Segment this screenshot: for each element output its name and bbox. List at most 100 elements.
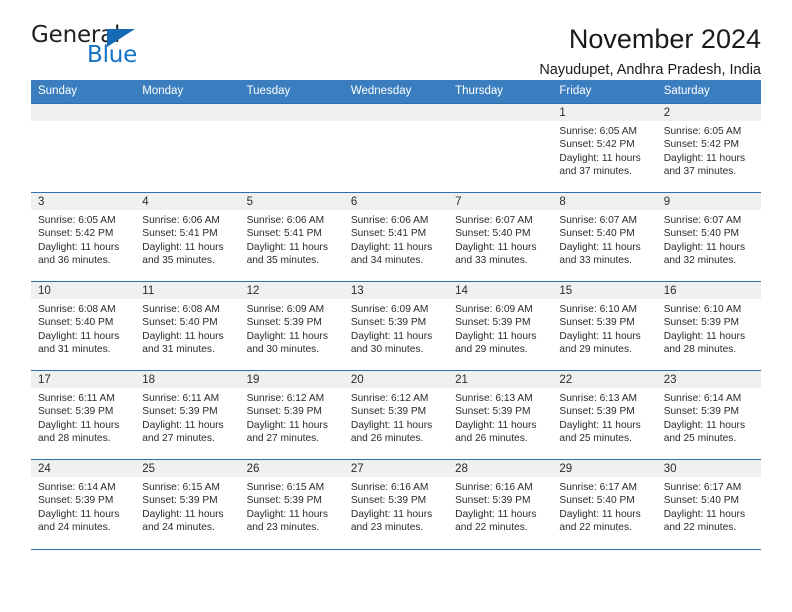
day-detail-daylight1: Daylight: 11 hours bbox=[38, 419, 120, 431]
day-detail-daylight2: and 32 minutes. bbox=[663, 255, 737, 267]
calendar-day-cell[interactable]: 1 Sunrise: 6:05 AM Sunset: 5:42 PM Daylight… bbox=[552, 103, 657, 193]
calendar-day-cell[interactable]: 23 Sunrise: 6:14 AM Sunset: 5:39 PM Dayligh… bbox=[656, 370, 761, 460]
day-detail-sunset: Sunset: 5:39 PM bbox=[142, 495, 218, 507]
general-blue-logo[interactable]: General Blue bbox=[31, 24, 151, 70]
day-detail-daylight2: and 31 minutes. bbox=[38, 344, 111, 356]
day-detail-daylight1: Daylight: 11 hours bbox=[455, 241, 537, 253]
calendar-day-cell[interactable]: 3 Sunrise: 6:05 AM Sunset: 5:42 PM Daylight… bbox=[31, 192, 136, 282]
day-detail-daylight2: and 29 minutes. bbox=[559, 344, 632, 356]
calendar-day-cell[interactable]: 19 Sunrise: 6:12 AM Sunset: 5:39 PM Dayligh… bbox=[239, 370, 344, 460]
day-details: Sunrise: 6:08 AM Sunset: 5:40 PM Daylight:… bbox=[31, 299, 135, 357]
day-detail-daylight1: Daylight: 11 hours bbox=[559, 508, 641, 520]
day-detail-sunset: Sunset: 5:41 PM bbox=[142, 228, 218, 240]
calendar-day-cell[interactable]: 11 Sunrise: 6:08 AM Sunset: 5:40 PM Dayligh… bbox=[135, 281, 240, 371]
day-detail-daylight2: and 27 minutes. bbox=[246, 433, 320, 445]
day-detail-sunset: Sunset: 5:39 PM bbox=[663, 317, 740, 329]
calendar-day-cell[interactable]: 26 Sunrise: 6:15 AM Sunset: 5:39 PM Dayligh… bbox=[239, 459, 344, 549]
day-detail-sunrise: Sunrise: 6:16 AM bbox=[455, 482, 533, 493]
day-number: 12 bbox=[239, 282, 344, 299]
day-detail-daylight1: Daylight: 11 hours bbox=[246, 330, 328, 342]
day-detail-sunset: Sunset: 5:40 PM bbox=[663, 228, 740, 240]
day-details: Sunrise: 6:10 AM Sunset: 5:39 PM Daylight:… bbox=[552, 299, 656, 357]
calendar-day-cell[interactable]: 29 Sunrise: 6:17 AM Sunset: 5:40 PM Dayligh… bbox=[552, 459, 657, 549]
day-details: Sunrise: 6:17 AM Sunset: 5:40 PM Daylight:… bbox=[657, 477, 761, 535]
day-detail-sunset: Sunset: 5:39 PM bbox=[663, 406, 740, 418]
day-details: Sunrise: 6:10 AM Sunset: 5:39 PM Daylight:… bbox=[657, 299, 761, 357]
day-number bbox=[343, 104, 449, 121]
day-number: 10 bbox=[31, 282, 136, 299]
calendar-day-cell[interactable]: 13 Sunrise: 6:09 AM Sunset: 5:39 PM Dayligh… bbox=[343, 281, 449, 371]
day-number: 16 bbox=[656, 282, 761, 299]
day-detail-sunrise: Sunrise: 6:05 AM bbox=[663, 126, 742, 137]
calendar-week-row: 3 Sunrise: 6:05 AM Sunset: 5:42 PM Daylight… bbox=[31, 192, 761, 282]
day-detail-sunset: Sunset: 5:39 PM bbox=[142, 406, 218, 418]
day-detail-daylight1: Daylight: 11 hours bbox=[663, 419, 746, 431]
calendar-day-cell[interactable]: 8 Sunrise: 6:07 AM Sunset: 5:40 PM Daylight… bbox=[552, 192, 657, 282]
calendar-day-cell[interactable]: 16 Sunrise: 6:10 AM Sunset: 5:39 PM Dayligh… bbox=[656, 281, 761, 371]
day-details: Sunrise: 6:12 AM Sunset: 5:39 PM Daylight:… bbox=[344, 388, 448, 446]
day-detail-daylight1: Daylight: 11 hours bbox=[350, 508, 433, 520]
day-detail-daylight1: Daylight: 11 hours bbox=[246, 241, 328, 253]
day-detail-sunrise: Sunrise: 6:11 AM bbox=[38, 393, 115, 404]
day-detail-sunset: Sunset: 5:39 PM bbox=[350, 317, 427, 329]
day-detail-daylight2: and 23 minutes. bbox=[246, 522, 320, 534]
day-detail-sunrise: Sunrise: 6:10 AM bbox=[559, 304, 637, 315]
day-details: Sunrise: 6:17 AM Sunset: 5:40 PM Daylight:… bbox=[552, 477, 656, 535]
day-detail-sunset: Sunset: 5:42 PM bbox=[38, 228, 114, 240]
day-detail-daylight1: Daylight: 11 hours bbox=[142, 508, 224, 520]
calendar-table: Sunday Monday Tuesday Wednesday Thursday… bbox=[31, 80, 761, 549]
day-detail-sunset: Sunset: 5:39 PM bbox=[350, 406, 427, 418]
day-details: Sunrise: 6:07 AM Sunset: 5:40 PM Daylight:… bbox=[448, 210, 552, 268]
calendar-week-row: 17 Sunrise: 6:11 AM Sunset: 5:39 PM Dayligh… bbox=[31, 370, 761, 460]
calendar-day-cell[interactable]: 18 Sunrise: 6:11 AM Sunset: 5:39 PM Dayligh… bbox=[135, 370, 240, 460]
calendar-day-cell[interactable]: 30 Sunrise: 6:17 AM Sunset: 5:40 PM Dayligh… bbox=[656, 459, 761, 549]
day-details: Sunrise: 6:15 AM Sunset: 5:39 PM Daylight:… bbox=[240, 477, 344, 535]
day-detail-sunrise: Sunrise: 6:14 AM bbox=[38, 482, 116, 493]
calendar-cell-empty bbox=[135, 103, 240, 193]
day-detail-sunset: Sunset: 5:39 PM bbox=[246, 406, 322, 418]
day-details: Sunrise: 6:05 AM Sunset: 5:42 PM Daylight:… bbox=[31, 210, 135, 268]
calendar-day-cell[interactable]: 22 Sunrise: 6:13 AM Sunset: 5:39 PM Dayligh… bbox=[552, 370, 657, 460]
calendar-day-cell[interactable]: 24 Sunrise: 6:14 AM Sunset: 5:39 PM Dayligh… bbox=[31, 459, 136, 549]
day-detail-sunset: Sunset: 5:39 PM bbox=[246, 495, 322, 507]
day-details: Sunrise: 6:09 AM Sunset: 5:39 PM Daylight:… bbox=[240, 299, 344, 357]
day-detail-sunrise: Sunrise: 6:15 AM bbox=[246, 482, 325, 493]
day-detail-sunset: Sunset: 5:40 PM bbox=[559, 495, 635, 507]
day-detail-sunset: Sunset: 5:39 PM bbox=[559, 406, 635, 418]
page-subtitle: Nayudupet, Andhra Pradesh, India bbox=[539, 62, 761, 79]
calendar-day-cell[interactable]: 14 Sunrise: 6:09 AM Sunset: 5:39 PM Dayligh… bbox=[448, 281, 553, 371]
day-detail-sunrise: Sunrise: 6:15 AM bbox=[142, 482, 220, 493]
calendar-day-cell[interactable]: 10 Sunrise: 6:08 AM Sunset: 5:40 PM Dayligh… bbox=[31, 281, 136, 371]
weekday-header-thursday: Thursday bbox=[448, 80, 553, 104]
day-detail-daylight2: and 37 minutes. bbox=[559, 166, 632, 178]
day-details: Sunrise: 6:05 AM Sunset: 5:42 PM Daylight:… bbox=[657, 121, 761, 179]
title-block: November 2024 Nayudupet, Andhra Pradesh,… bbox=[539, 24, 761, 79]
calendar-header-row: Sunday Monday Tuesday Wednesday Thursday… bbox=[31, 80, 761, 104]
calendar-day-cell[interactable]: 21 Sunrise: 6:13 AM Sunset: 5:39 PM Dayligh… bbox=[448, 370, 553, 460]
day-details: Sunrise: 6:16 AM Sunset: 5:39 PM Daylight:… bbox=[344, 477, 448, 535]
calendar-cell-empty bbox=[448, 103, 553, 193]
day-detail-daylight1: Daylight: 11 hours bbox=[663, 330, 746, 342]
calendar-day-cell[interactable]: 4 Sunrise: 6:06 AM Sunset: 5:41 PM Daylight… bbox=[135, 192, 240, 282]
day-detail-sunset: Sunset: 5:42 PM bbox=[663, 139, 740, 151]
calendar-day-cell[interactable]: 2 Sunrise: 6:05 AM Sunset: 5:42 PM Daylight… bbox=[656, 103, 761, 193]
calendar-day-cell[interactable]: 15 Sunrise: 6:10 AM Sunset: 5:39 PM Dayligh… bbox=[552, 281, 657, 371]
day-detail-daylight2: and 30 minutes. bbox=[350, 344, 424, 356]
day-detail-daylight2: and 22 minutes. bbox=[663, 522, 737, 534]
calendar-cell-empty bbox=[343, 103, 449, 193]
calendar-day-cell[interactable]: 27 Sunrise: 6:16 AM Sunset: 5:39 PM Dayligh… bbox=[343, 459, 449, 549]
calendar-day-cell[interactable]: 25 Sunrise: 6:15 AM Sunset: 5:39 PM Dayligh… bbox=[135, 459, 240, 549]
calendar-day-cell[interactable]: 5 Sunrise: 6:06 AM Sunset: 5:41 PM Daylight… bbox=[239, 192, 344, 282]
calendar-day-cell[interactable]: 7 Sunrise: 6:07 AM Sunset: 5:40 PM Daylight… bbox=[448, 192, 553, 282]
day-number: 22 bbox=[552, 371, 657, 388]
day-details: Sunrise: 6:12 AM Sunset: 5:39 PM Daylight:… bbox=[240, 388, 344, 446]
day-detail-sunset: Sunset: 5:40 PM bbox=[663, 495, 740, 507]
calendar-day-cell[interactable]: 6 Sunrise: 6:06 AM Sunset: 5:41 PM Daylight… bbox=[343, 192, 449, 282]
day-detail-sunset: Sunset: 5:42 PM bbox=[559, 139, 635, 151]
calendar-day-cell[interactable]: 17 Sunrise: 6:11 AM Sunset: 5:39 PM Dayligh… bbox=[31, 370, 136, 460]
calendar-day-cell[interactable]: 28 Sunrise: 6:16 AM Sunset: 5:39 PM Dayligh… bbox=[448, 459, 553, 549]
calendar-day-cell[interactable]: 20 Sunrise: 6:12 AM Sunset: 5:39 PM Dayligh… bbox=[343, 370, 449, 460]
calendar-day-cell[interactable]: 9 Sunrise: 6:07 AM Sunset: 5:40 PM Daylight… bbox=[656, 192, 761, 282]
calendar-day-cell[interactable]: 12 Sunrise: 6:09 AM Sunset: 5:39 PM Dayligh… bbox=[239, 281, 344, 371]
day-detail-sunset: Sunset: 5:40 PM bbox=[559, 228, 635, 240]
